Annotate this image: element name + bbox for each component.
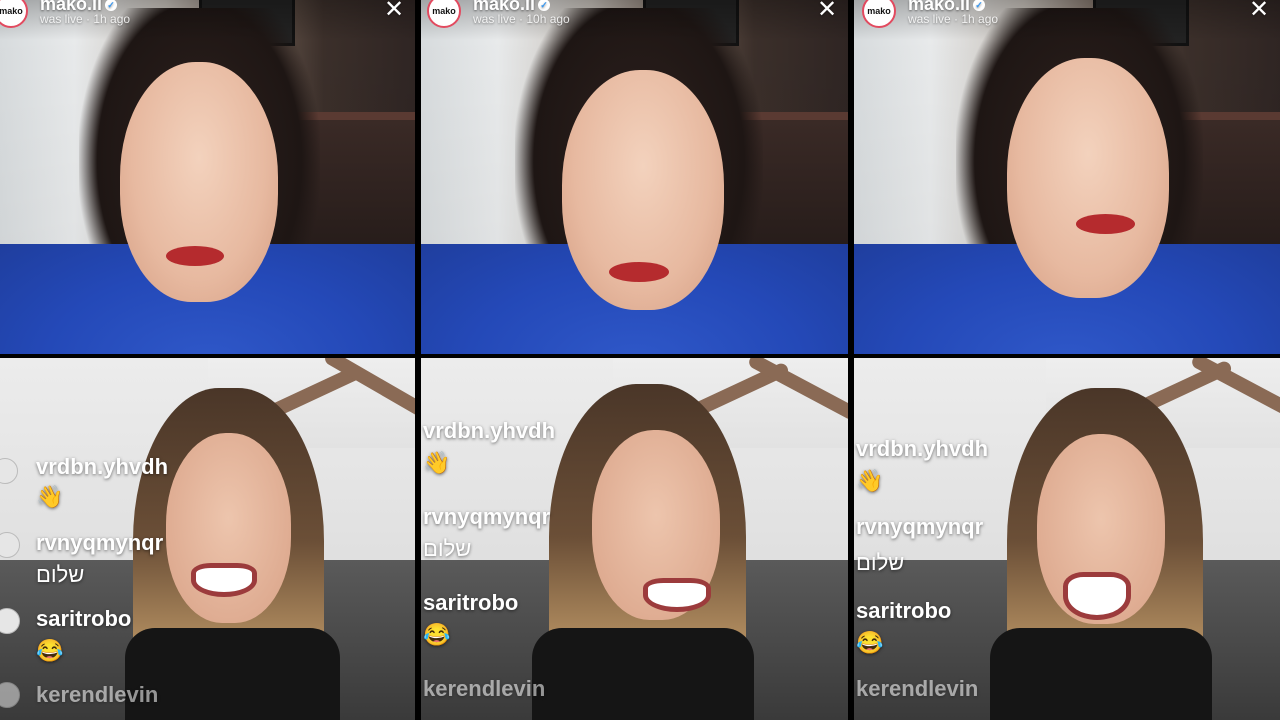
- guest-video-panel-1: vrdbn.yhvdh 👋 rvnyqmynqr שלום saritrobo …: [0, 358, 415, 720]
- comments-overlay: vrdbn.yhvdh 👋 rvnyqmynqr שלום saritrobo …: [854, 358, 1280, 720]
- close-icon[interactable]: ✕: [383, 0, 405, 22]
- host-lips: [608, 262, 669, 282]
- comment-username[interactable]: saritrobo: [856, 598, 951, 624]
- host-avatar[interactable]: mako: [0, 0, 28, 28]
- verified-badge-icon: ✓: [973, 0, 986, 12]
- comment-text: 👋: [36, 484, 64, 509]
- verified-badge-icon: ✓: [538, 0, 551, 12]
- host-lips: [1075, 214, 1136, 234]
- comment-text: 👋: [423, 450, 451, 475]
- host-face: [120, 62, 279, 302]
- comment-text: 😂: [856, 630, 884, 655]
- host-video-panel-2: mako mako.il ✓ was live · 10h ago ✕: [421, 0, 848, 354]
- host-avatar[interactable]: mako: [427, 0, 461, 28]
- comment-text: שלום: [423, 536, 472, 561]
- live-header: mako mako.il ✓ was live · 1h ago ✕: [0, 0, 415, 40]
- comments-overlay: vrdbn.yhvdh 👋 rvnyqmynqr שלום saritrobo …: [0, 358, 415, 720]
- comment-username[interactable]: vrdbn.yhvdh: [36, 454, 168, 480]
- host-avatar[interactable]: mako: [862, 0, 896, 28]
- verified-badge-icon: ✓: [105, 0, 118, 12]
- comment-username[interactable]: rvnyqmynqr: [36, 530, 163, 556]
- host-face: [1007, 58, 1170, 298]
- comment-username[interactable]: saritrobo: [423, 590, 518, 616]
- host-video-panel-1: mako mako.il ✓ was live · 1h ago ✕: [0, 0, 415, 354]
- live-status: was live · 1h ago: [40, 12, 131, 26]
- comment-text: 😂: [36, 638, 64, 663]
- comment-username[interactable]: kerendlevin: [856, 676, 978, 702]
- comment-username[interactable]: kerendlevin: [423, 676, 545, 702]
- comments-overlay: vrdbn.yhvdh 👋 rvnyqmynqr שלום saritrobo …: [421, 358, 848, 720]
- comment-text: שלום: [36, 562, 85, 587]
- live-status: was live · 1h ago: [908, 12, 999, 26]
- host-avatar-text: mako: [0, 6, 23, 16]
- close-icon[interactable]: ✕: [1248, 0, 1270, 22]
- comment-username[interactable]: rvnyqmynqr: [856, 514, 983, 540]
- live-video-grid: mako mako.il ✓ was live · 1h ago ✕ mako m…: [0, 0, 1280, 720]
- comment-username[interactable]: saritrobo: [36, 606, 131, 632]
- close-icon[interactable]: ✕: [816, 0, 838, 22]
- comment-avatar[interactable]: [0, 458, 18, 484]
- host-video-panel-3: mako mako.il ✓ was live · 1h ago ✕: [854, 0, 1280, 354]
- comment-avatar[interactable]: [0, 682, 20, 708]
- host-avatar-text: mako: [867, 6, 891, 16]
- comment-text: 😂: [423, 622, 451, 647]
- comment-text: 👋: [856, 468, 884, 493]
- host-avatar-text: mako: [432, 6, 456, 16]
- comment-username[interactable]: vrdbn.yhvdh: [856, 436, 988, 462]
- live-header: mako mako.il ✓ was live · 1h ago ✕: [854, 0, 1280, 40]
- guest-video-panel-3: vrdbn.yhvdh 👋 rvnyqmynqr שלום saritrobo …: [854, 358, 1280, 720]
- comment-text: שלום: [856, 550, 905, 575]
- comment-avatar[interactable]: [0, 608, 20, 634]
- guest-video-panel-2: vrdbn.yhvdh 👋 rvnyqmynqr שלום saritrobo …: [421, 358, 848, 720]
- comment-username[interactable]: vrdbn.yhvdh: [423, 418, 555, 444]
- host-lips: [166, 246, 225, 266]
- live-header: mako mako.il ✓ was live · 10h ago ✕: [421, 0, 848, 40]
- comment-username[interactable]: kerendlevin: [36, 682, 158, 708]
- comment-username[interactable]: rvnyqmynqr: [423, 504, 550, 530]
- comment-avatar[interactable]: [0, 532, 20, 558]
- live-status: was live · 10h ago: [473, 12, 570, 26]
